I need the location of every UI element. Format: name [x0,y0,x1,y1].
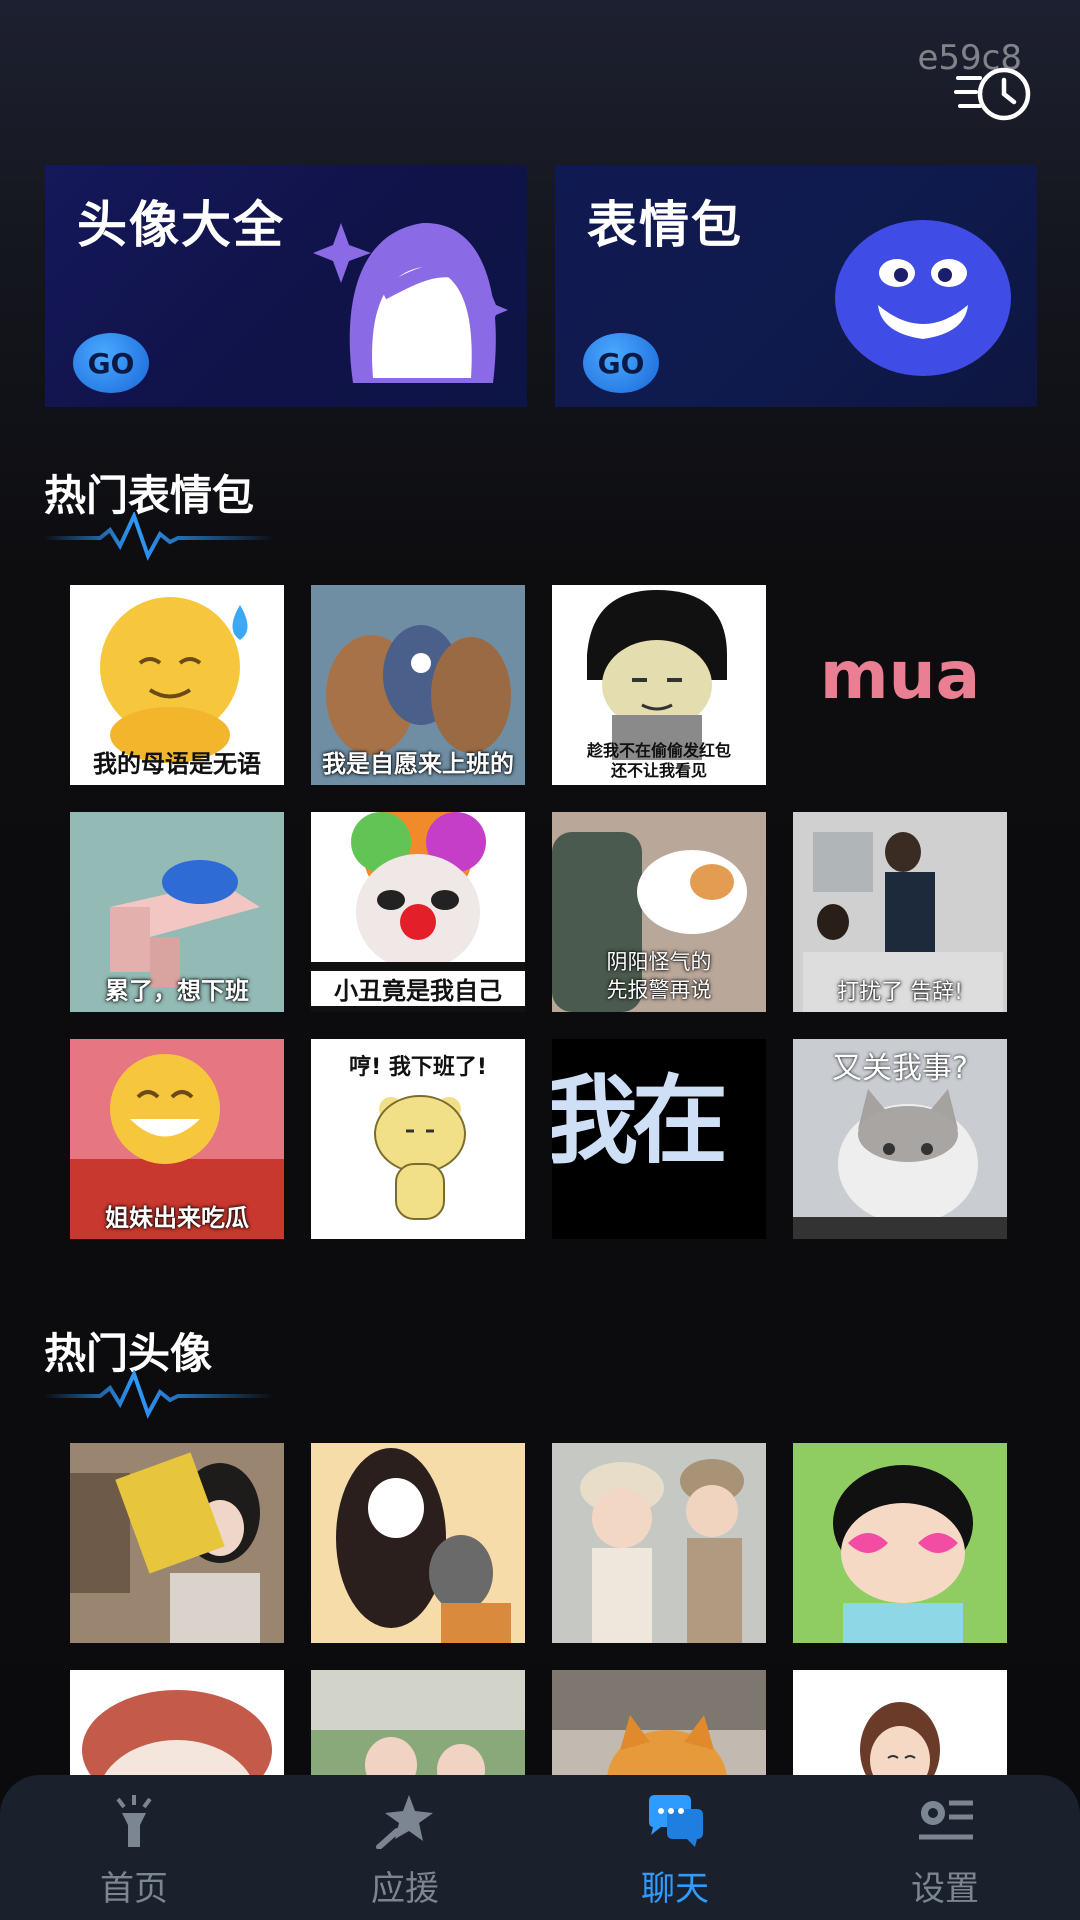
girl-reading-avatar-image [70,1443,284,1643]
meme-caption: 阴阳怪气的 [606,950,712,974]
pixel-text-image: 我在 [552,1065,728,1177]
hot-avatars-grid [70,1443,1010,1775]
meme-tile[interactable]: 打扰了 告辞! [793,812,1007,1012]
meme-tile[interactable]: 趁我不在偷偷发红包 还不让我看见 [552,585,766,785]
meme-tile[interactable]: 小丑竟是我自己 [311,812,525,1012]
avatar-tile[interactable] [793,1443,1007,1643]
avatar-tile[interactable] [311,1443,525,1643]
meme-tile[interactable]: 我在 [552,1039,766,1239]
avatar-tile[interactable] [70,1670,284,1775]
card-title: 表情包 [587,196,743,254]
nav-tab-home[interactable]: 首页 [44,1789,224,1909]
cartoon-woman-avatar-image [860,1702,940,1775]
meme-tile[interactable]: 又关我事? [793,1039,1007,1239]
sticker-pack-card[interactable]: 表情包 GO [555,165,1037,407]
kids-cheering-avatar-image [311,1670,525,1775]
smiley-face-icon [835,220,1011,376]
meme-caption-line2: 还不让我看见 [610,761,707,780]
girl-avatar-icon [313,222,508,383]
meme-tile[interactable]: 我的母语是无语 [70,585,284,785]
pulse-line-icon [44,512,274,561]
meme-caption: 累了，想下班 [105,977,249,1005]
flashlight-icon [116,1795,152,1847]
nav-tab-settings[interactable]: 设置 [855,1789,1035,1909]
meme-tile[interactable]: 累了，想下班 [70,812,284,1012]
meme-tile[interactable]: 我是自愿来上班的 [311,585,525,785]
meme-tile[interactable]: 阴阳怪气的 先报警再说 [552,812,766,1012]
meme-caption: 哼! 我下班了! [349,1055,487,1080]
go-button[interactable]: GO [583,333,659,393]
star-wand-icon [376,1795,433,1849]
avatar-tile[interactable] [552,1443,766,1643]
meme-caption: 我的母语是无语 [93,750,261,778]
nav-label: 应援 [371,1869,439,1909]
meme-tile[interactable]: 哼! 我下班了! [311,1039,525,1239]
mua-text: mua [819,637,981,714]
card-title: 头像大全 [77,196,285,254]
nav-tab-chat[interactable]: 聊天 [585,1789,765,1909]
go-button[interactable]: GO [73,333,149,393]
cartoon-boy-sunglasses-avatar-image [793,1443,1007,1643]
history-button[interactable] [954,62,1038,126]
avatar-tile[interactable] [552,1670,766,1775]
nav-tab-support[interactable]: 应援 [315,1789,495,1909]
settings-list-icon [919,1800,973,1840]
bottom-navigation: 首页 应援 聊天 设置 [0,1775,1080,1920]
meme-caption-line2: 先报警再说 [606,978,712,1002]
history-clock-icon [954,67,1031,121]
meme-tile[interactable]: mua [793,585,1007,785]
meme-caption: 姐妹出来吃瓜 [105,1204,249,1232]
nav-label: 聊天 [641,1869,709,1909]
hot-memes-grid: 我的母语是无语 我是自愿来上班的 趁我不在偷偷发红包 还不让我看见 mua 累了… [70,585,1010,1240]
meme-caption: 小丑竟是我自己 [311,971,525,1006]
avatar-collection-card[interactable]: 头像大全 GO [45,165,527,407]
meme-caption: 打扰了 告辞! [837,980,963,1005]
meme-caption: 我是自愿来上班的 [322,750,514,778]
pulse-line-icon [44,1370,274,1419]
two-kids-avatar-image [552,1443,766,1643]
orange-cat-avatar-image [552,1670,766,1775]
nav-label: 首页 [100,1869,168,1909]
meme-tile[interactable]: 姐妹出来吃瓜 [70,1039,284,1239]
avatar-tile[interactable] [793,1670,1007,1775]
nav-label: 设置 [911,1869,979,1909]
feature-cards: 头像大全 GO 表情包 GO [45,165,1037,407]
meme-caption: 又关我事? [832,1051,968,1086]
anime-girl-hat-avatar-image [82,1690,272,1775]
avatar-tile[interactable] [311,1670,525,1775]
chat-bubbles-icon [649,1795,703,1847]
avatar-tile[interactable] [70,1443,284,1643]
cartoon-girl-cat-avatar-image [311,1443,525,1643]
